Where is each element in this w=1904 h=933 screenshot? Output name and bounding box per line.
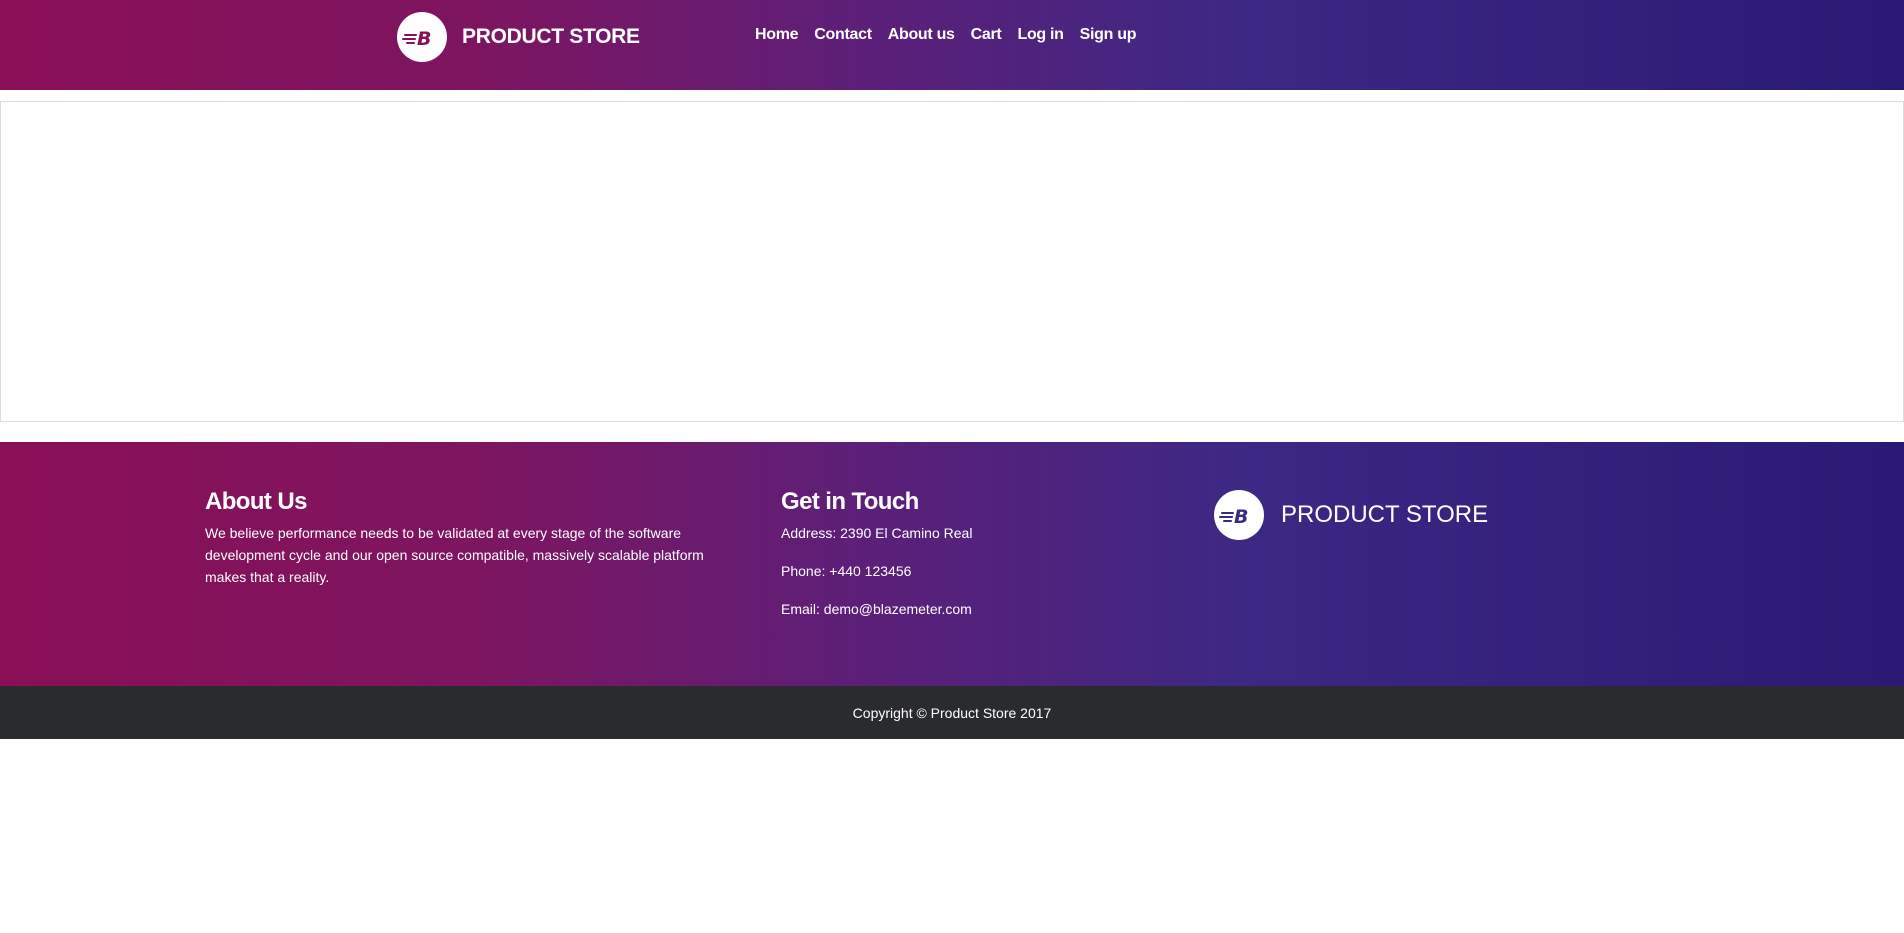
nav-about-link[interactable]: About us bbox=[880, 26, 963, 44]
contact-email: Email: demo@blazemeter.com bbox=[781, 601, 972, 617]
footer: About Us We believe performance needs to… bbox=[0, 442, 1904, 686]
nav-contact-link[interactable]: Contact bbox=[806, 26, 879, 44]
footer-brand: B PRODUCT STORE bbox=[1214, 490, 1488, 540]
nav-login-link[interactable]: Log in bbox=[1009, 26, 1071, 44]
top-navbar: B PRODUCT STORE Home Contact About us Ca… bbox=[0, 0, 1904, 90]
brand-link[interactable]: B PRODUCT STORE bbox=[397, 12, 640, 62]
about-text: We believe performance needs to be valid… bbox=[205, 525, 704, 585]
nav-signup-link[interactable]: Sign up bbox=[1072, 26, 1145, 44]
svg-text:B: B bbox=[1234, 506, 1248, 527]
brand-name: PRODUCT STORE bbox=[462, 25, 640, 48]
contact-phone: Phone: +440 123456 bbox=[781, 563, 912, 579]
contact-address: Address: 2390 El Camino Real bbox=[781, 525, 973, 541]
footer-contact-section: Get in Touch Address: 2390 El Camino Rea… bbox=[781, 488, 1101, 620]
footer-about-section: About Us We believe performance needs to… bbox=[205, 488, 735, 588]
svg-text:B: B bbox=[417, 28, 431, 49]
footer-logo-icon: B bbox=[1214, 490, 1264, 540]
contact-heading: Get in Touch bbox=[781, 488, 919, 515]
copyright-bar: Copyright © Product Store 2017 bbox=[0, 686, 1904, 739]
about-heading: About Us bbox=[205, 488, 307, 515]
nav-home-link[interactable]: Home bbox=[755, 26, 806, 44]
nav-menu: Home Contact About us Cart Log in Sign u… bbox=[755, 26, 1144, 44]
brand-logo-icon: B bbox=[397, 12, 447, 62]
footer-brand-name: PRODUCT STORE bbox=[1281, 501, 1489, 528]
nav-cart-link[interactable]: Cart bbox=[963, 26, 1010, 44]
copyright-text: Copyright © Product Store 2017 bbox=[852, 704, 1052, 721]
carousel-container bbox=[0, 101, 1904, 422]
